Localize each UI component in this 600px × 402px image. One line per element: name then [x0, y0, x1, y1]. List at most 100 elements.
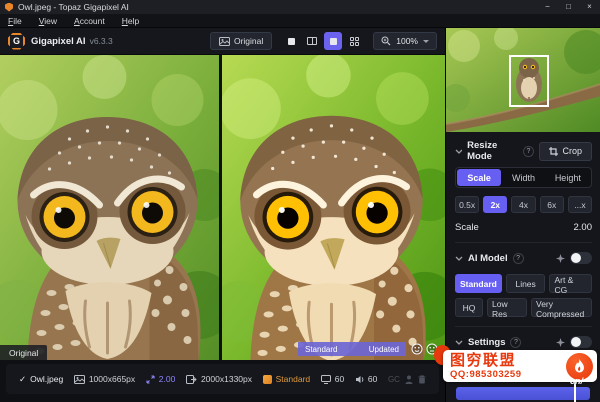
original-badge: Original — [0, 345, 48, 360]
multiplier-2x[interactable]: 2x — [483, 196, 508, 213]
check-icon: ✓ — [19, 373, 27, 384]
side-by-side-icon — [329, 37, 337, 45]
zoom-control[interactable]: 100% — [373, 32, 437, 50]
resize-mode-title: Resize Mode — [467, 140, 498, 162]
help-icon[interactable]: ? — [512, 252, 524, 264]
menu-bar: File View Account Help — [0, 14, 600, 28]
settings-sidebar: Resize Mode ? Crop Scale Width Height 0.… — [445, 28, 600, 402]
split-view-icon — [307, 37, 318, 45]
side-by-side-view-button[interactable] — [324, 32, 343, 50]
person-icon[interactable] — [405, 375, 413, 384]
monitor-icon — [320, 374, 331, 384]
help-icon[interactable]: ? — [523, 145, 534, 157]
title-bar: Owl.jpeg - Topaz Gigapixel AI − □ × — [0, 0, 600, 14]
window-title: Owl.jpeg - Topaz Gigapixel AI — [18, 2, 129, 12]
ai-model-title: AI Model — [468, 252, 508, 264]
section-divider — [455, 326, 592, 327]
model-lines-button[interactable]: Lines — [505, 274, 546, 293]
menu-view[interactable]: View — [39, 16, 57, 26]
scale-value: 2.00 — [158, 374, 176, 384]
output-size-group: 2000x1330px — [185, 374, 252, 384]
view-mode-group — [282, 32, 363, 50]
quad-view-button[interactable] — [345, 32, 363, 50]
file-status: ✓ Owl.jpeg — [19, 374, 63, 385]
file-name: Owl.jpeg — [30, 374, 64, 384]
model-very-compressed-button[interactable]: Very Compressed — [531, 298, 592, 319]
model-low-res-button[interactable]: Low Res — [487, 298, 527, 319]
tab-width[interactable]: Width — [501, 169, 545, 186]
output-size: 2000x1330px — [200, 374, 252, 384]
chevron-down-icon — [455, 256, 463, 261]
resize-mode-header[interactable]: Resize Mode ? Crop — [455, 140, 593, 162]
tab-height[interactable]: Height — [546, 169, 590, 186]
scale-icon — [146, 374, 155, 384]
multiplier-05x[interactable]: 0.5x — [455, 196, 480, 213]
flame-icon — [575, 358, 584, 372]
menu-account[interactable]: Account — [74, 16, 105, 26]
app-window: Owl.jpeg - Topaz Gigapixel AI − □ × File… — [0, 0, 600, 402]
disabled-tools-group: GC — [388, 375, 426, 384]
chevron-down-icon — [455, 340, 463, 345]
multiplier-custom[interactable]: ...x — [567, 196, 593, 213]
single-view-icon — [287, 37, 295, 45]
help-icon[interactable]: ? — [510, 336, 522, 348]
model-art-cg-button[interactable]: Art & CG — [549, 274, 592, 295]
blur-indicator: 60 — [355, 374, 377, 384]
scale-current-value: 2.00 — [573, 222, 593, 233]
chevron-down-icon[interactable] — [423, 39, 429, 43]
blur-value: 60 — [367, 374, 378, 384]
ai-model-auto-toggle[interactable] — [570, 252, 592, 264]
save-image-button[interactable] — [456, 387, 590, 400]
noise-value: 60 — [334, 374, 345, 384]
scale-multipliers: 0.5x 2x 4x 6x ...x — [455, 196, 593, 213]
model-status-group: Standard — [262, 374, 310, 384]
sparkle-icon — [556, 253, 565, 263]
model-row-2: HQ Low Res Very Compressed — [455, 298, 592, 319]
photo-icon — [218, 36, 230, 46]
thumbnail-image — [446, 28, 600, 132]
gigapixel-logo-icon: G — [8, 32, 25, 50]
input-size: 1000x665px — [88, 374, 136, 384]
tab-scale[interactable]: Scale — [457, 169, 502, 186]
speaker-icon — [355, 375, 364, 383]
menu-file[interactable]: File — [8, 16, 22, 26]
brand-name: Gigapixel AI — [31, 35, 86, 47]
crop-label: Crop — [562, 146, 583, 156]
split-view-button[interactable] — [303, 32, 321, 50]
model-standard-button[interactable]: Standard — [455, 274, 502, 293]
navigation-thumbnail[interactable] — [446, 28, 600, 132]
menu-help[interactable]: Help — [122, 16, 139, 26]
processed-owl-image — [222, 55, 445, 360]
gc-indicator: GC — [387, 374, 400, 384]
maximize-button[interactable]: □ — [558, 0, 579, 14]
show-original-button[interactable]: Original — [209, 32, 273, 50]
multiplier-6x[interactable]: 6x — [539, 196, 564, 213]
settings-auto-toggle[interactable] — [570, 336, 592, 348]
close-button[interactable]: × — [579, 0, 600, 14]
chevron-down-icon — [455, 149, 463, 154]
quad-view-icon — [349, 36, 359, 46]
minimize-button[interactable]: − — [537, 0, 558, 14]
export-size-icon — [185, 374, 197, 384]
scale-value-row: Scale 2.00 — [455, 222, 592, 233]
show-original-label: Original — [233, 36, 264, 46]
zoom-level: 100% — [396, 36, 418, 46]
happy-face-icon[interactable] — [411, 343, 423, 355]
watermark-url: cn/ — [570, 376, 584, 386]
crop-icon — [548, 146, 558, 156]
crop-button[interactable]: Crop — [538, 141, 593, 161]
original-image-pane[interactable]: Original — [0, 55, 219, 360]
result-model-label: Standard — [305, 344, 338, 354]
resize-tabs: Scale Width Height — [455, 167, 592, 188]
status-bar: ✓ Owl.jpeg 1000x665px 2.00 2000x1330px S… — [6, 364, 439, 394]
ai-model-header[interactable]: AI Model ? — [455, 247, 592, 269]
multiplier-4x[interactable]: 4x — [511, 196, 536, 213]
image-size-icon — [73, 374, 85, 384]
processed-image-pane[interactable]: Standard Updated — [222, 55, 445, 360]
toggle-knob — [571, 253, 581, 263]
model-hq-button[interactable]: HQ — [455, 298, 483, 317]
toggle-knob — [571, 337, 581, 347]
result-status-bar: Standard Updated — [298, 342, 406, 356]
trash-icon[interactable] — [418, 375, 426, 384]
single-view-button[interactable] — [282, 32, 300, 50]
